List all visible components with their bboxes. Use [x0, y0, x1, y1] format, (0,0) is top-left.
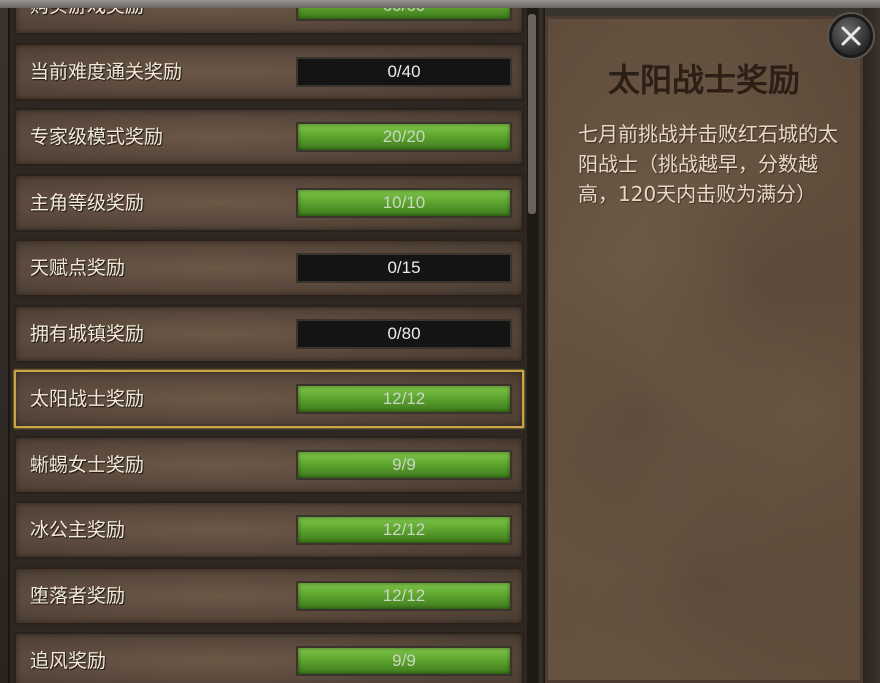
progress-bar: 12/12 [296, 580, 512, 611]
reward-row[interactable]: 追风奖励 9/9 [14, 632, 524, 683]
progress-bar: 9/9 [296, 646, 512, 676]
reward-label: 蜥蜴女士奖励 [30, 453, 145, 476]
reward-row[interactable]: 蜥蜴女士奖励 9/9 [14, 435, 524, 494]
top-border [0, 0, 880, 8]
progress-text: 12/12 [382, 585, 426, 605]
reward-label: 当前难度通关奖励 [30, 60, 183, 83]
reward-label: 堕落者奖励 [30, 584, 126, 607]
reward-label: 冰公主奖励 [30, 519, 126, 541]
scroll-thumb[interactable] [528, 14, 536, 214]
reward-row[interactable]: 堕落者奖励 12/12 [14, 566, 524, 625]
reward-row[interactable]: 专家级模式奖励 20/20 [14, 108, 524, 166]
progress-bar: 12/12 [296, 515, 512, 545]
progress-text: 0/40 [387, 61, 421, 81]
reward-list: 购买游戏奖励 60/60 当前难度通关奖励 0/40 专家级模式奖励 20/20 主角等级奖… [8, 8, 528, 683]
progress-bar: 20/20 [296, 122, 512, 152]
reward-label: 追风奖励 [30, 650, 107, 672]
progress-bar: 12/12 [296, 384, 512, 414]
reward-row[interactable]: 天赋点奖励 0/15 [14, 239, 524, 297]
list-scrollbar[interactable] [527, 8, 537, 683]
detail-description: 七月前挑战并击败红石城的太阳战士（挑战越早，分数越高，120天内击败为满分） [578, 122, 838, 206]
progress-bar: 9/9 [296, 449, 512, 480]
reward-row[interactable]: 太阳战士奖励 12/12 [14, 370, 524, 428]
progress-text: 9/9 [392, 651, 416, 670]
detail-title: 太阳战士奖励 [607, 61, 800, 99]
reward-row[interactable]: 购买游戏奖励 60/60 [14, 8, 524, 35]
close-icon [841, 26, 861, 46]
progress-text: 12/12 [382, 389, 426, 408]
progress-text: 0/15 [387, 258, 421, 277]
reward-row[interactable]: 主角等级奖励 10/10 [14, 173, 524, 232]
progress-bar: 0/80 [296, 318, 512, 349]
progress-bar: 10/10 [296, 187, 512, 218]
progress-text: 9/9 [392, 454, 416, 474]
reward-row[interactable]: 拥有城镇奖励 0/80 [14, 304, 524, 363]
progress-text: 60/60 [298, 8, 510, 19]
progress-text: 20/20 [382, 127, 426, 146]
panel-divider [537, 8, 545, 683]
reward-row[interactable]: 当前难度通关奖励 0/40 [14, 42, 524, 101]
reward-label: 拥有城镇奖励 [30, 322, 145, 345]
reward-label: 专家级模式奖励 [30, 126, 164, 148]
reward-label: 天赋点奖励 [30, 257, 126, 279]
progress-bar: 60/60 [296, 8, 512, 21]
detail-panel: 太阳战士奖励 七月前挑战并击败红石城的太阳战士（挑战越早，分数越高，120天内击… [545, 16, 863, 683]
close-button[interactable] [829, 14, 873, 58]
progress-bar: 0/15 [296, 253, 512, 283]
reward-label: 购买游戏奖励 [30, 8, 144, 33]
reward-label: 太阳战士奖励 [30, 388, 145, 410]
progress-text: 12/12 [382, 520, 426, 539]
progress-text: 0/80 [387, 323, 421, 343]
progress-text: 10/10 [382, 192, 426, 212]
reward-label: 主角等级奖励 [30, 191, 145, 214]
reward-row[interactable]: 冰公主奖励 12/12 [14, 501, 524, 559]
progress-bar: 0/40 [296, 56, 512, 87]
right-border [863, 8, 880, 683]
